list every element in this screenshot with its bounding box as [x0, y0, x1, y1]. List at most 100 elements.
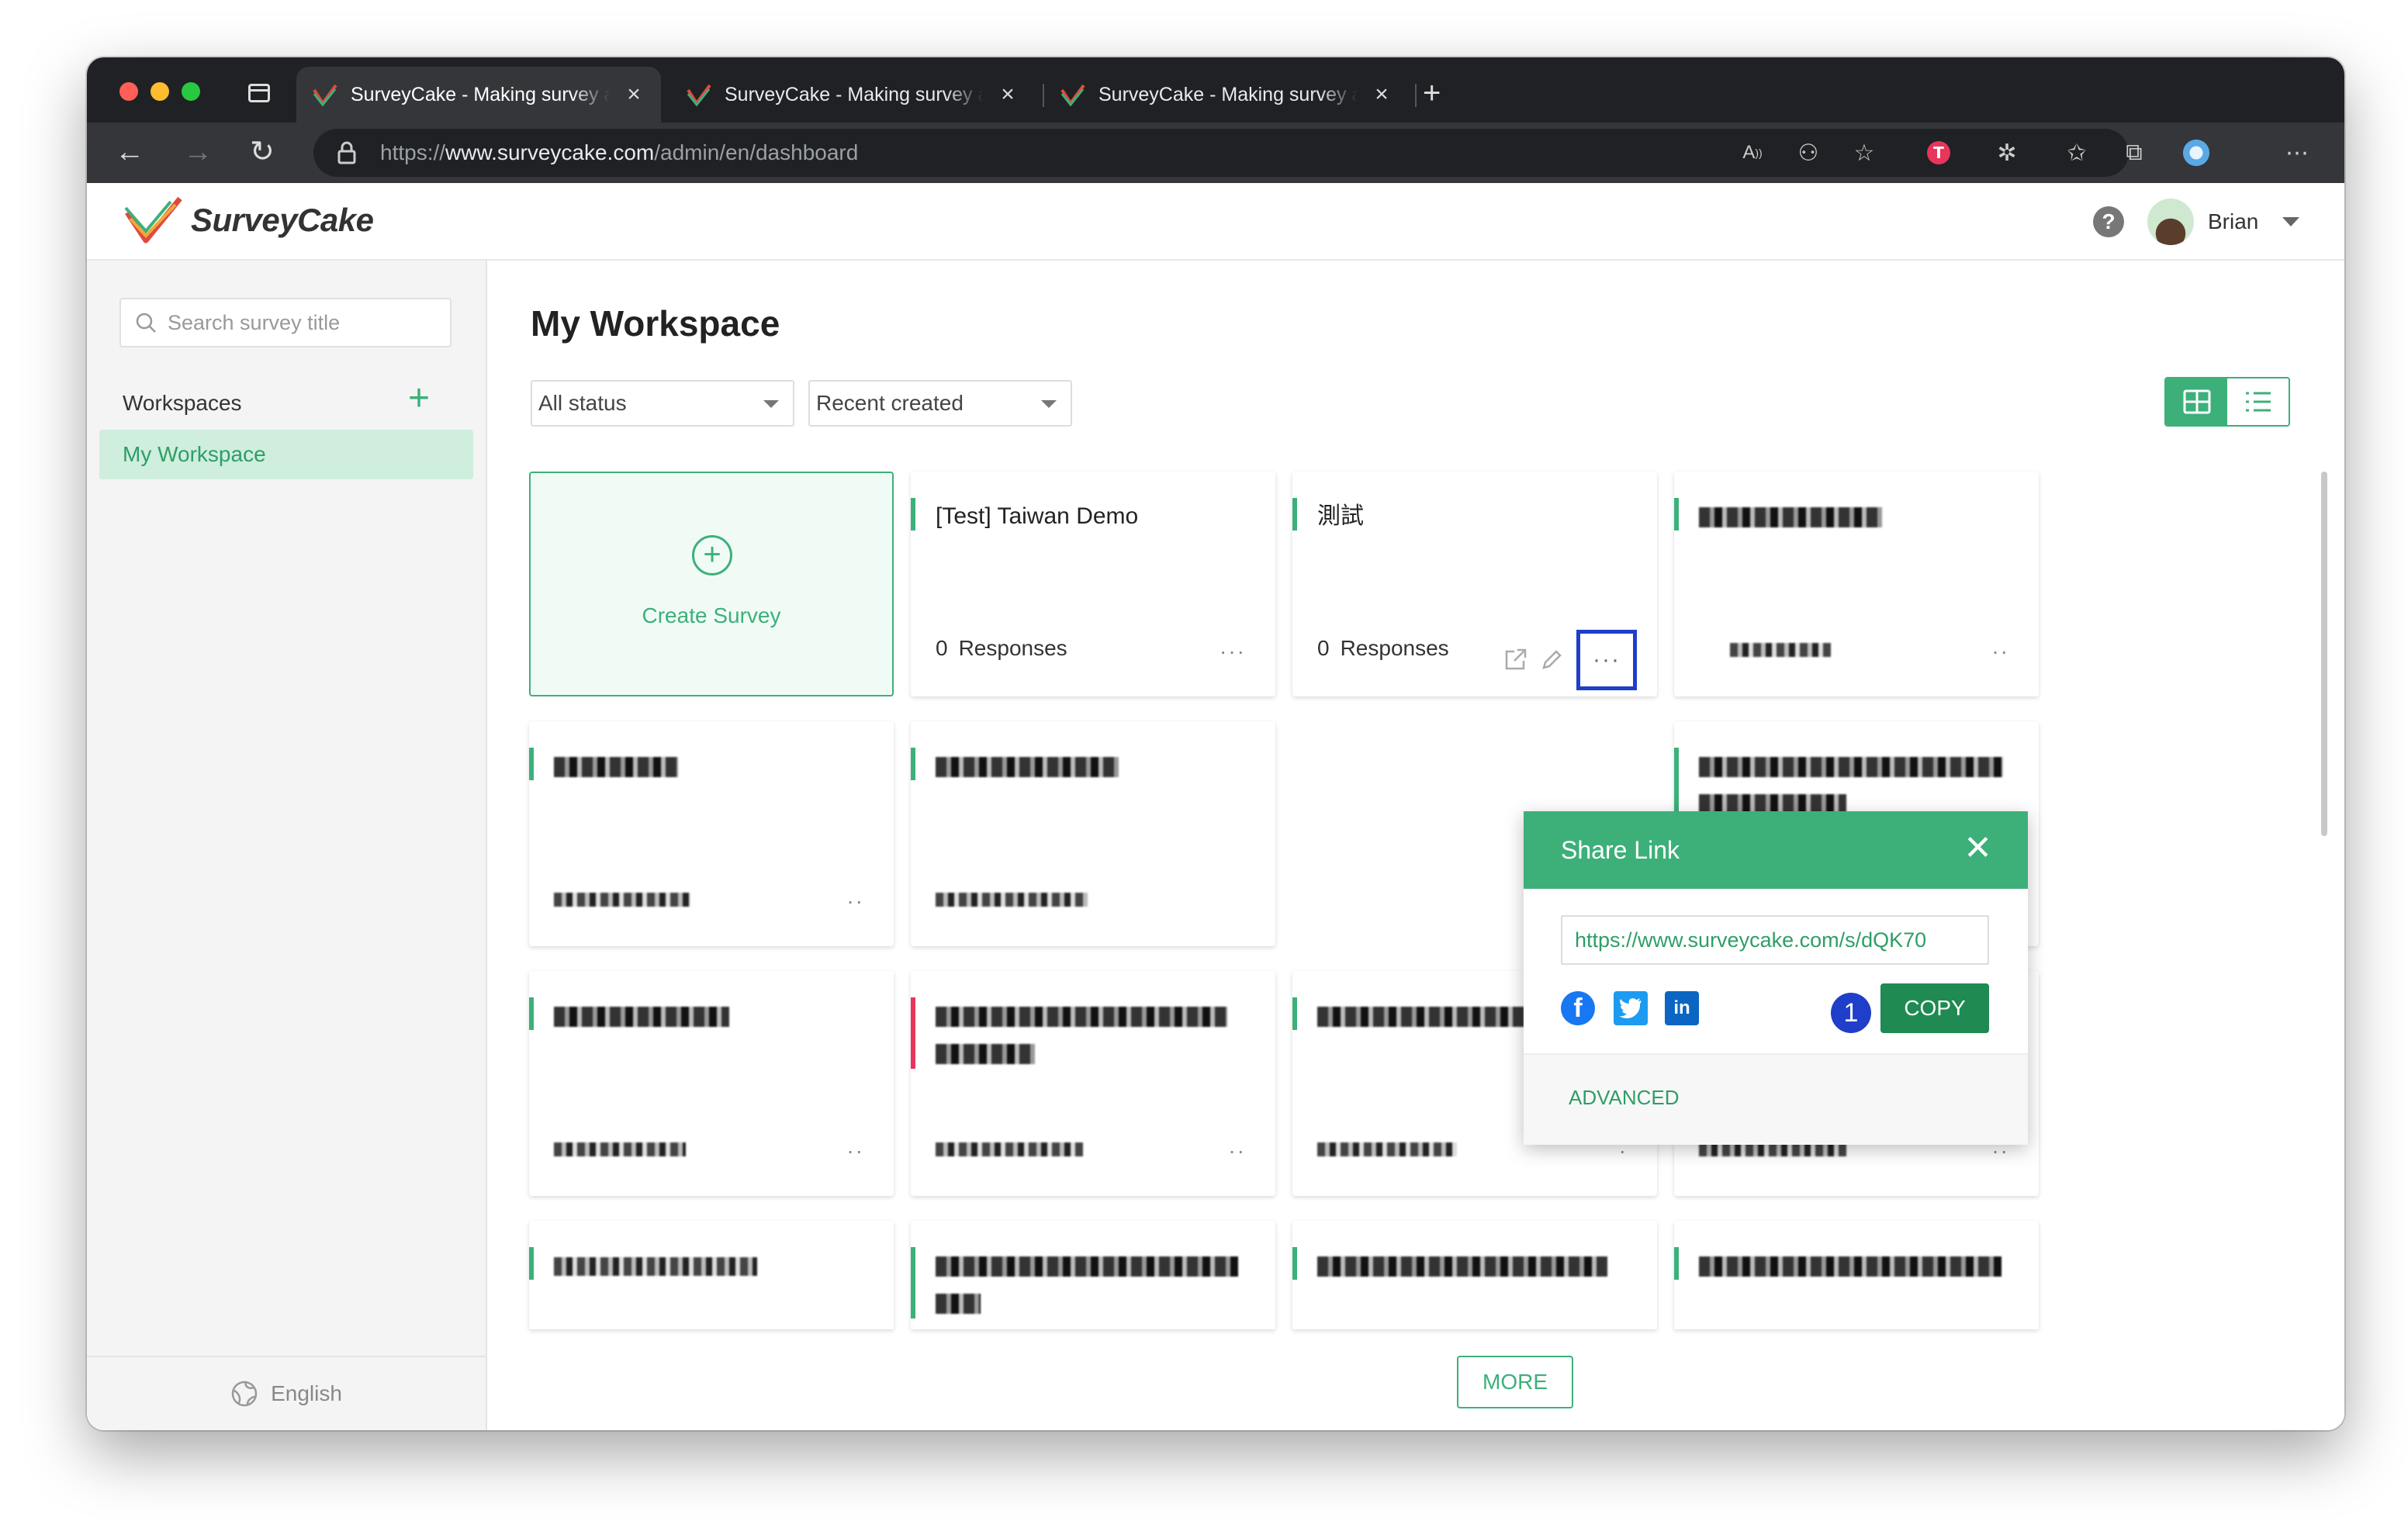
edit-pencil-icon[interactable]	[1541, 649, 1562, 671]
survey-card-redacted[interactable]: ··	[1674, 472, 2039, 696]
more-options-icon[interactable]: ··	[846, 1139, 864, 1163]
share-header: Share Link ✕	[1524, 811, 2028, 889]
minimize-window-button[interactable]	[150, 82, 169, 101]
user-menu-caret-icon[interactable]	[2282, 217, 2299, 226]
reload-icon[interactable]: ↻	[250, 137, 275, 168]
browser-tab-2[interactable]: SurveyCake - Making survey a ×	[670, 67, 1035, 123]
language-selector[interactable]: English	[87, 1356, 486, 1430]
survey-card-redacted[interactable]	[911, 1221, 1275, 1329]
more-options-icon[interactable]: ···	[1220, 639, 1246, 664]
extensions-icon[interactable]: ✲	[1992, 138, 2022, 168]
logo[interactable]: SurveyCake	[124, 195, 374, 245]
survey-title: 測試	[1317, 503, 1364, 529]
linkedin-icon[interactable]: in	[1665, 991, 1699, 1025]
surveycake-logo-icon	[124, 196, 182, 244]
more-options-icon[interactable]: ··	[1991, 639, 2009, 664]
tab-title: SurveyCake - Making survey a	[1098, 83, 1358, 105]
more-menu-icon[interactable]: ⋯	[2282, 138, 2312, 168]
redacted-responses	[1730, 636, 1831, 661]
language-label: English	[271, 1381, 342, 1405]
survey-card-redacted[interactable]	[911, 721, 1275, 946]
logo-text: SurveyCake	[191, 202, 374, 238]
create-survey-card[interactable]: + Create Survey	[529, 472, 894, 696]
maximize-window-button[interactable]	[182, 82, 200, 101]
add-favorite-icon[interactable]: ☆	[1849, 138, 1879, 168]
status-bar	[1674, 748, 1679, 819]
status-bar	[1292, 997, 1297, 1030]
view-toggle	[2164, 377, 2290, 427]
survey-card-redacted[interactable]: ··	[529, 971, 894, 1196]
status-bar	[529, 1247, 534, 1280]
survey-card-redacted[interactable]	[1674, 1221, 2039, 1329]
account-icon[interactable]: ⚇	[1794, 138, 1823, 168]
more-button[interactable]: MORE	[1457, 1356, 1573, 1408]
advanced-link[interactable]: ADVANCED	[1569, 1086, 1680, 1110]
grid-icon	[2183, 389, 2210, 414]
more-options-highlighted-icon[interactable]: ···	[1576, 630, 1637, 690]
external-link-icon[interactable]	[1503, 648, 1527, 672]
sort-value: Recent created	[816, 391, 964, 415]
grid-view-button[interactable]	[2166, 378, 2227, 425]
more-options-icon[interactable]: ··	[1228, 1139, 1246, 1163]
redacted-title	[936, 997, 1257, 1072]
copy-button[interactable]: COPY	[1880, 983, 1989, 1033]
twitter-icon[interactable]	[1614, 991, 1648, 1025]
browser-tab-1[interactable]: SurveyCake - Making survey a ×	[296, 67, 661, 123]
browser-window: SurveyCake - Making survey a × SurveyCak…	[87, 57, 2344, 1430]
status-bar	[911, 997, 915, 1069]
tab-bar: SurveyCake - Making survey a × SurveyCak…	[87, 57, 2344, 123]
read-aloud-icon[interactable]: A))	[1738, 138, 1767, 168]
extension-red-icon[interactable]: T	[1924, 138, 1953, 168]
status-bar	[529, 997, 534, 1030]
avatar[interactable]	[2147, 199, 2194, 245]
status-bar	[1292, 1247, 1297, 1280]
close-window-button[interactable]	[119, 82, 138, 101]
survey-card-redacted[interactable]: ··	[911, 971, 1275, 1196]
new-tab-icon[interactable]: +	[1423, 78, 1441, 109]
redacted-title	[554, 748, 875, 785]
share-url-field[interactable]: https://www.surveycake.com/s/dQK70	[1561, 915, 1989, 965]
search-placeholder: Search survey title	[168, 310, 341, 334]
survey-card[interactable]: 測試 0 Responses ···	[1292, 472, 1657, 696]
search-icon	[136, 313, 156, 333]
survey-card-redacted[interactable]	[1292, 1221, 1657, 1329]
browser-tab-3[interactable]: SurveyCake - Making survey a ×	[1044, 67, 1409, 123]
back-arrow-icon[interactable]: ←	[115, 137, 144, 168]
help-icon[interactable]: ?	[2093, 206, 2124, 237]
responses-count: 0 Responses	[936, 636, 1067, 660]
user-name[interactable]: Brian	[2208, 209, 2258, 234]
step-number-badge: 1	[1831, 993, 1871, 1033]
status-filter-select[interactable]: All status	[531, 380, 794, 427]
close-tab-icon[interactable]: ×	[622, 81, 645, 108]
list-view-button[interactable]	[2227, 378, 2289, 425]
app-header: SurveyCake ? Brian	[87, 183, 2344, 261]
close-tab-icon[interactable]: ×	[1370, 81, 1393, 108]
workspaces-heading: Workspaces	[123, 391, 242, 415]
scrollbar[interactable]	[2321, 472, 2327, 836]
responses-count: 0 Responses	[1317, 636, 1449, 660]
forward-arrow-icon[interactable]: →	[183, 137, 213, 168]
favorites-icon[interactable]: ✩	[2062, 138, 2091, 168]
sidebar-item-my-workspace[interactable]: My Workspace	[99, 430, 473, 479]
status-bar	[1674, 498, 1679, 530]
url-host: www.surveycake.com	[445, 140, 655, 164]
profile-icon[interactable]	[2181, 138, 2211, 168]
add-workspace-button[interactable]: +	[408, 380, 430, 417]
redacted-title	[1699, 498, 2020, 535]
tab-actions-icon[interactable]	[248, 84, 270, 102]
survey-card-redacted[interactable]: ··	[529, 721, 894, 946]
facebook-icon[interactable]: f	[1561, 991, 1595, 1025]
more-options-icon[interactable]: ··	[846, 889, 864, 914]
survey-card-redacted[interactable]	[529, 1221, 894, 1329]
close-tab-icon[interactable]: ×	[996, 81, 1019, 108]
chevron-down-icon	[763, 400, 779, 408]
svg-text:T: T	[1933, 143, 1944, 162]
url-scheme: https://	[380, 140, 446, 164]
sort-select[interactable]: Recent created	[808, 380, 1072, 427]
redacted-responses	[554, 1135, 686, 1160]
close-icon[interactable]: ✕	[1963, 831, 1992, 866]
search-input[interactable]: Search survey title	[119, 298, 452, 347]
collections-icon[interactable]: ⧉	[2119, 138, 2149, 168]
redacted-responses	[936, 886, 1088, 911]
survey-card[interactable]: [Test] Taiwan Demo 0 Responses ···	[911, 472, 1275, 696]
